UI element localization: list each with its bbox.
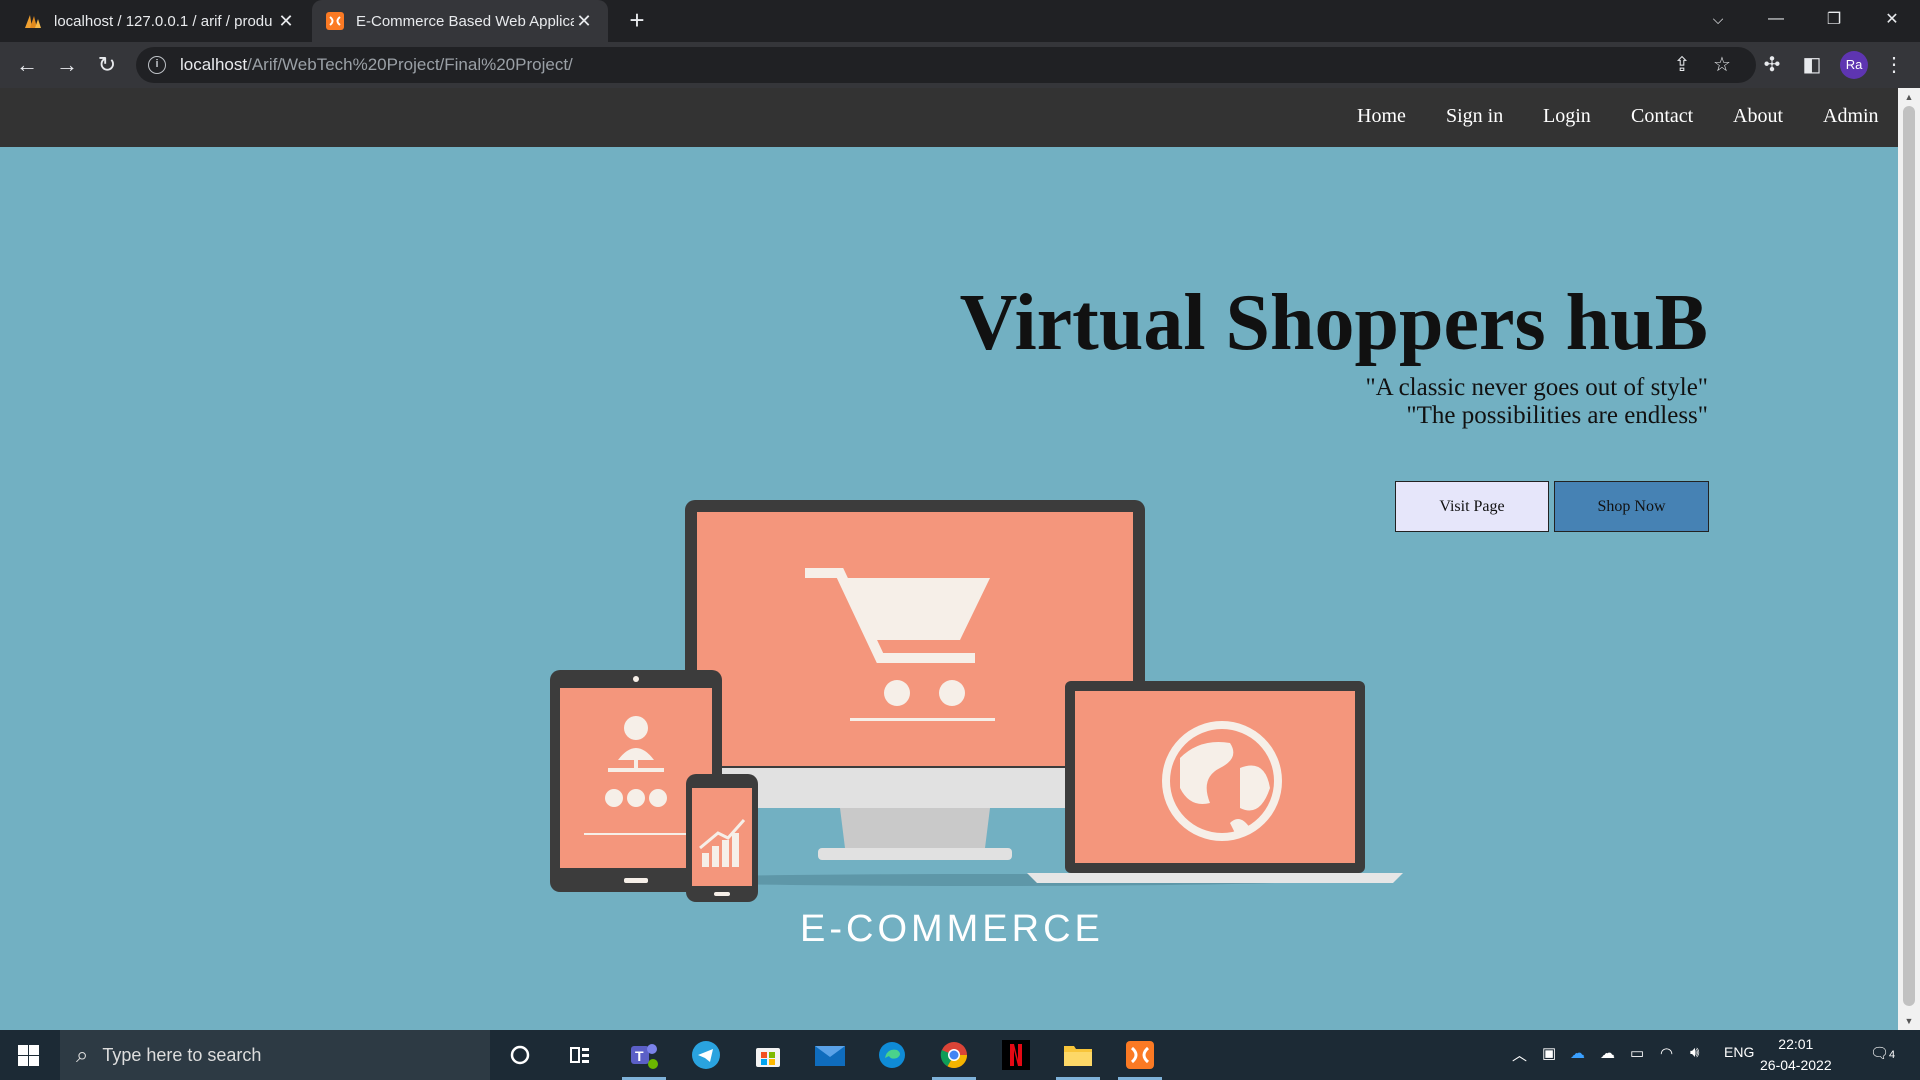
edge-icon[interactable] [874, 1037, 910, 1073]
close-tab-icon[interactable]: ✕ [276, 11, 296, 32]
show-hidden-icons[interactable]: ︿ [1512, 1044, 1527, 1065]
shop-now-button[interactable]: Shop Now [1554, 481, 1709, 532]
url-host: localhost [180, 55, 248, 74]
volume-icon[interactable]: 🔊︎ [1690, 1044, 1699, 1061]
globe-icon [1162, 721, 1282, 841]
ecommerce-devices-illustration [550, 500, 1403, 902]
clock-time: 22:01 [1778, 1036, 1814, 1052]
scrollbar-thumb[interactable] [1903, 106, 1915, 1006]
browser-toolbar: ← → ↻ i localhost/Arif/WebTech%20Project… [0, 42, 1920, 88]
visit-page-button[interactable]: Visit Page [1395, 481, 1549, 532]
cortana-icon[interactable] [502, 1037, 538, 1073]
bookmark-star-icon[interactable]: ☆ [1710, 53, 1734, 77]
side-panel-icon[interactable]: ◧ [1800, 53, 1824, 77]
tab-title: E-Commerce Based Web Applica [356, 12, 574, 30]
wifi-icon[interactable]: ◠ [1660, 1044, 1673, 1062]
meet-now-icon[interactable]: ▣ [1542, 1044, 1556, 1062]
close-tab-icon[interactable]: ✕ [574, 11, 594, 32]
browser-tab-strip: localhost / 127.0.0.1 / arif / produ ✕ E… [0, 0, 1920, 42]
xampp-icon[interactable] [1118, 1037, 1162, 1080]
clock[interactable]: 22:01 26-04-2022 [1760, 1034, 1832, 1076]
mail-icon[interactable] [812, 1037, 848, 1073]
phpmyadmin-icon [25, 15, 41, 28]
nav-contact[interactable]: Contact [1631, 105, 1693, 128]
teams-icon[interactable]: T [622, 1037, 666, 1080]
hero-title: Virtual Shoppers huB [959, 279, 1708, 367]
tab-ecommerce[interactable]: E-Commerce Based Web Applica ✕ [312, 0, 608, 42]
scroll-down-icon[interactable]: ▼ [1898, 1012, 1920, 1030]
scroll-up-icon[interactable]: ▲ [1898, 88, 1920, 106]
extensions-icon[interactable]: ✣ [1760, 53, 1784, 77]
store-icon[interactable] [750, 1037, 786, 1073]
site-info-icon[interactable]: i [148, 56, 166, 74]
restore-icon[interactable]: ❐ [1806, 0, 1862, 38]
onedrive-icon[interactable]: ☁ [1570, 1044, 1585, 1062]
menu-kebab-icon[interactable]: ⋮ [1882, 53, 1906, 77]
language-indicator[interactable]: ENG [1724, 1044, 1754, 1060]
onedrive-error-icon[interactable]: ☁ [1600, 1044, 1615, 1062]
nav-admin[interactable]: Admin [1823, 105, 1879, 128]
url-path: /Arif/WebTech%20Project/Final%20Project/ [247, 55, 573, 74]
site-navbar: Home Sign in Login Contact About Admin [0, 88, 1898, 147]
nav-login[interactable]: Login [1543, 105, 1591, 128]
nav-sign-in[interactable]: Sign in [1446, 105, 1503, 128]
taskbar-search[interactable]: ⌕ Type here to search [60, 1030, 490, 1080]
tab-phpmyadmin[interactable]: localhost / 127.0.0.1 / arif / produ ✕ [10, 0, 310, 42]
back-icon[interactable]: ← [12, 50, 42, 80]
profile-avatar[interactable]: Ra [1840, 51, 1868, 79]
netflix-icon[interactable] [998, 1037, 1034, 1073]
hero-quote-2: "The possibilities are endless" [1406, 402, 1708, 429]
page-scrollbar[interactable]: ▲ ▼ [1898, 88, 1920, 1030]
notification-count: 4 [1889, 1049, 1896, 1061]
laptop-device [1027, 681, 1403, 883]
page-viewport: Home Sign in Login Contact About Admin E… [0, 88, 1898, 1030]
hero-quote-1: "A classic never goes out of style" [1365, 374, 1708, 401]
address-bar[interactable]: i localhost/Arif/WebTech%20Project/Final… [136, 47, 1756, 83]
task-view-icon[interactable] [562, 1037, 598, 1073]
minimize-icon[interactable]: — [1748, 0, 1804, 38]
tab-title: localhost / 127.0.0.1 / arif / produ [54, 12, 273, 30]
clock-date: 26-04-2022 [1760, 1057, 1832, 1073]
search-placeholder: Type here to search [102, 1044, 262, 1065]
file-explorer-icon[interactable] [1056, 1037, 1100, 1080]
url-text[interactable]: localhost/Arif/WebTech%20Project/Final%2… [180, 55, 573, 75]
chrome-icon[interactable] [932, 1037, 976, 1080]
tab-search-icon[interactable]: ⌵ [1690, 0, 1746, 38]
notifications-icon[interactable]: 🗨︎4 [1870, 1044, 1895, 1062]
svg-text:T: T [635, 1048, 644, 1064]
telegram-icon[interactable] [688, 1037, 724, 1073]
forward-icon[interactable]: → [52, 50, 82, 80]
windows-start-icon[interactable] [18, 1045, 39, 1066]
new-tab-button[interactable]: + [622, 6, 652, 36]
phone-device [686, 774, 758, 902]
windows-taskbar: ⌕ Type here to search T ︿ ▣ ☁ ☁ ▭ ◠ 🔊︎ E… [0, 1030, 1920, 1080]
xampp-icon [326, 12, 344, 30]
search-icon: ⌕ [76, 1042, 89, 1067]
nav-home[interactable]: Home [1357, 105, 1406, 128]
close-window-icon[interactable]: ✕ [1864, 0, 1920, 38]
battery-icon[interactable]: ▭ [1630, 1044, 1644, 1062]
illustration-caption: E-COMMERCE [800, 908, 1104, 950]
reload-icon[interactable]: ↻ [92, 50, 122, 80]
share-icon[interactable]: ⇪ [1670, 53, 1694, 77]
nav-about[interactable]: About [1733, 105, 1783, 128]
